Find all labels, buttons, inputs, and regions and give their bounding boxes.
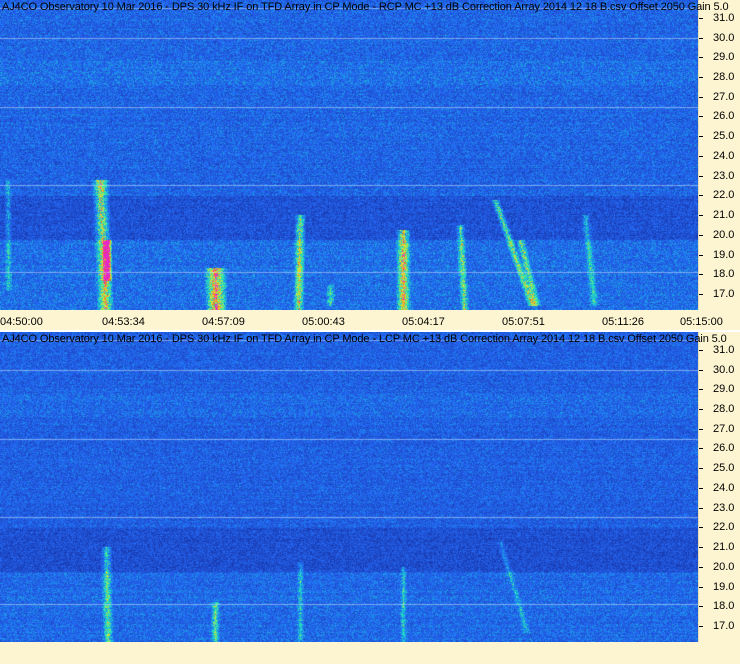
frequency-tick [699, 96, 703, 98]
frequency-tick-label: 27.0 [713, 422, 735, 435]
time-tick-label: 04:50:00 [0, 316, 43, 328]
frequency-tick [699, 428, 703, 430]
frequency-tick [699, 37, 703, 39]
lcp-panel-title: AJ4CO Observatory 10 Mar 2016 - DPS 30 k… [2, 333, 727, 345]
time-tick-label: 05:00:43 [302, 316, 345, 328]
frequency-tick-label: 21.0 [713, 541, 735, 554]
frequency-tick-label: 25.0 [713, 130, 735, 143]
frequency-tick [699, 77, 703, 78]
frequency-tick-label: 22.0 [713, 521, 735, 534]
frequency-tick-label: 23.0 [713, 169, 735, 182]
frequency-tick-label: 18.0 [713, 268, 735, 281]
rcp-panel: AJ4CO Observatory 10 Mar 2016 - DPS 30 k… [0, 0, 740, 330]
frequency-tick [699, 136, 703, 138]
frequency-tick [699, 57, 703, 59]
frequency-tick [699, 547, 703, 549]
frequency-tick [699, 409, 703, 410]
frequency-tick-label: 21.0 [713, 209, 735, 222]
frequency-tick [699, 626, 703, 628]
frequency-tick-label: 28.0 [713, 71, 735, 83]
frequency-tick-label: 27.0 [713, 90, 735, 103]
frequency-tick [699, 369, 703, 371]
frequency-tick-label: 24.0 [713, 481, 735, 494]
frequency-tick-label: 30.0 [713, 363, 735, 376]
frequency-tick-label: 23.0 [713, 501, 735, 514]
rcp-panel-title: AJ4CO Observatory 10 Mar 2016 - DPS 30 k… [2, 1, 729, 13]
frequency-tick [699, 294, 703, 296]
frequency-tick-label: 18.0 [713, 600, 735, 613]
frequency-tick-label: 29.0 [713, 383, 735, 396]
frequency-tick [699, 468, 703, 470]
time-tick-label: 04:53:34 [102, 316, 145, 328]
frequency-tick [699, 155, 703, 157]
frequency-tick [699, 507, 703, 509]
frequency-tick [699, 606, 703, 608]
frequency-tick-label: 26.0 [713, 110, 735, 123]
frequency-tick [699, 349, 703, 351]
frequency-tick [699, 274, 703, 276]
frequency-tick-label: 22.0 [713, 189, 735, 202]
rcp-spectrogram [0, 0, 698, 310]
frequency-tick [699, 254, 703, 256]
frequency-tick [699, 195, 703, 197]
frequency-tick-label: 31.0 [713, 343, 735, 356]
frequency-tick [699, 234, 703, 236]
time-tick-label: 05:04:17 [402, 316, 445, 328]
lcp-panel: AJ4CO Observatory 10 Mar 2016 - DPS 30 k… [0, 332, 740, 664]
frequency-tick [699, 448, 703, 450]
frequency-tick [699, 487, 703, 489]
time-tick-label: 05:07:51 [502, 316, 545, 328]
frequency-tick [699, 527, 703, 529]
frequency-tick-label: 20.0 [713, 228, 735, 241]
frequency-tick [699, 586, 703, 588]
frequency-tick-label: 24.0 [713, 149, 735, 162]
rcp-frequency-axis: 31.0 30.0 29.0 28.0 27.0 26.0 25.0 24.0 23.0 22.0… [698, 0, 740, 310]
time-tick-label: 04:57:09 [202, 316, 245, 328]
frequency-tick-label: 19.0 [713, 580, 735, 593]
lcp-frequency-axis: 31.0 30.0 29.0 28.0 27.0 26.0 25.0 24.0 23.0 22.0… [698, 332, 740, 642]
frequency-tick-label: 30.0 [713, 31, 735, 44]
frequency-tick-label: 25.0 [713, 462, 735, 475]
rcp-time-axis: 04:50:00 04:53:34 04:57:09 05:00:43 05:04:17… [0, 310, 740, 330]
frequency-tick [699, 389, 703, 391]
frequency-tick [699, 17, 703, 19]
frequency-tick [699, 175, 703, 177]
lcp-time-axis [0, 642, 740, 664]
time-tick-label: 05:11:26 [602, 316, 645, 328]
frequency-tick-label: 17.0 [713, 620, 735, 633]
frequency-tick [699, 566, 703, 568]
frequency-tick-label: 31.0 [713, 11, 735, 24]
frequency-tick-label: 19.0 [713, 248, 735, 261]
lcp-spectrogram [0, 332, 698, 642]
frequency-tick-label: 26.0 [713, 442, 735, 455]
frequency-tick-label: 29.0 [713, 51, 735, 64]
time-tick-label: 05:15:00 [680, 316, 723, 328]
frequency-tick-label: 17.0 [713, 288, 735, 301]
frequency-tick-label: 28.0 [713, 403, 735, 415]
frequency-tick [699, 215, 703, 217]
frequency-tick-label: 20.0 [713, 560, 735, 573]
frequency-tick [699, 116, 703, 118]
